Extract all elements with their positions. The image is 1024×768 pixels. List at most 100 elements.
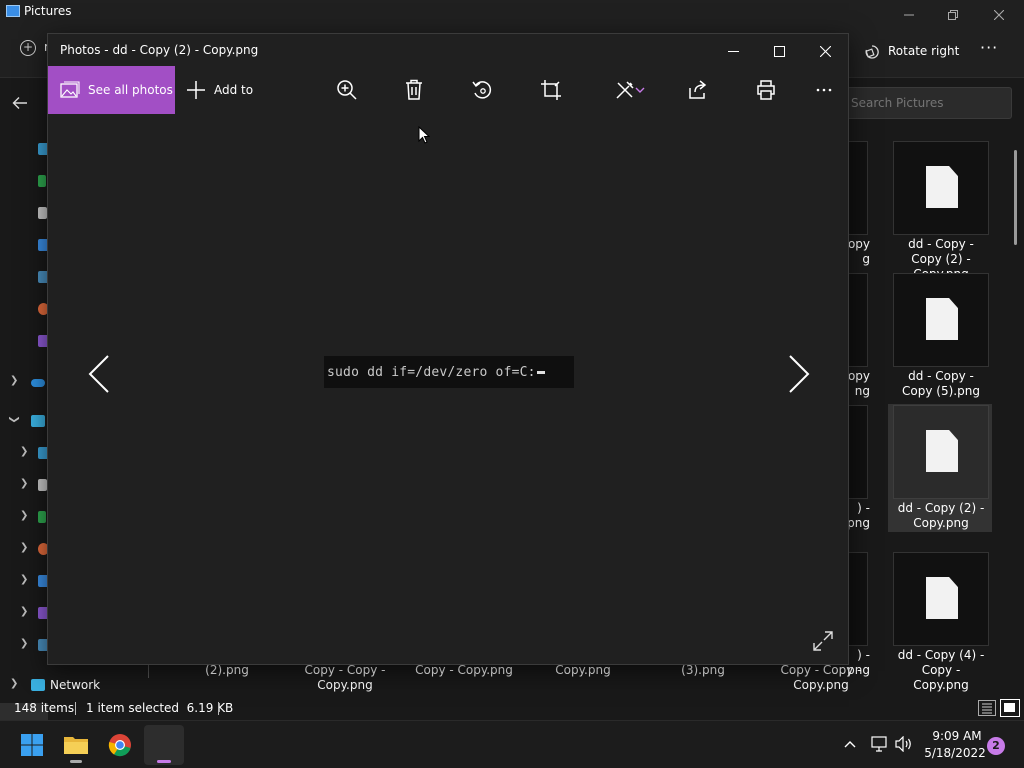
photos-maximize-button[interactable] (756, 38, 802, 64)
nav-item-network[interactable]: ❯ Network (0, 673, 150, 699)
file-name-partial: (3).png (681, 663, 725, 677)
vertical-scrollbar[interactable] (1014, 150, 1017, 245)
terminal-cursor (536, 370, 545, 374)
network-icon (31, 679, 45, 691)
crop-button[interactable] (539, 78, 563, 102)
delete-button[interactable] (402, 78, 426, 102)
explorer-more-button[interactable]: ··· (980, 38, 998, 57)
status-separator (75, 702, 76, 715)
rotate-right-button[interactable]: Rotate right (864, 40, 959, 62)
network-tray-button[interactable] (871, 736, 889, 752)
cloud-icon (31, 379, 45, 387)
see-all-photos-label: See all photos (88, 83, 173, 97)
selection-info: 1 item selected 6.19 KB (86, 701, 234, 715)
photo-viewer-canvas: sudo dd if=/dev/zero of=C: (48, 114, 848, 664)
explorer-restore-button[interactable] (930, 3, 976, 27)
more-options-button[interactable] (812, 78, 836, 102)
file-thumbnail-partial[interactable] (848, 552, 868, 646)
details-view-button[interactable] (978, 700, 996, 716)
more-icon (816, 88, 832, 92)
zoom-in-icon (337, 80, 357, 100)
file-item[interactable]: dd - Copy - Copy (2) - Copy.png (893, 141, 993, 281)
computer-icon (31, 415, 45, 427)
mouse-pointer-icon (418, 125, 431, 144)
volume-tray-button[interactable] (895, 735, 913, 753)
file-item[interactable]: dd - Copy - Copy (5).png (893, 273, 993, 399)
add-to-button[interactable]: Add to (186, 78, 253, 102)
file-icon (926, 577, 958, 619)
file-thumbnail (893, 141, 989, 235)
file-name-partial: (2).png (205, 663, 249, 677)
chevron-down-icon: ❯ (8, 415, 20, 424)
minimize-icon (904, 14, 914, 16)
chevron-right-icon: ❯ (10, 375, 19, 386)
file-icon (926, 166, 958, 208)
file-thumbnail-partial[interactable] (848, 141, 868, 235)
clock-date[interactable]: 5/18/2022 (924, 746, 986, 760)
edit-draw-dropdown[interactable] (610, 78, 650, 102)
crop-icon (541, 80, 561, 100)
document-icon (38, 207, 47, 219)
chevron-right-icon: ❯ (20, 542, 29, 553)
rotate-button[interactable] (470, 78, 494, 102)
photos-close-button[interactable] (802, 38, 848, 64)
chevron-right-icon: ❯ (20, 606, 29, 617)
search-input[interactable] (846, 87, 1012, 119)
explorer-close-button[interactable] (976, 3, 1022, 27)
file-thumbnail-partial[interactable] (848, 405, 868, 499)
start-button[interactable] (12, 725, 52, 765)
share-button[interactable] (686, 78, 710, 102)
previous-photo-button[interactable] (86, 352, 112, 396)
chrome-icon (108, 734, 131, 757)
photos-viewer-window: Photos - dd - Copy (2) - Copy.png See al… (47, 33, 849, 665)
next-photo-button[interactable] (786, 352, 812, 396)
notification-badge[interactable]: 2 (987, 737, 1005, 755)
explorer-minimize-button[interactable] (886, 3, 932, 27)
pane-divider (148, 663, 149, 678)
displayed-photo: sudo dd if=/dev/zero of=C: (324, 356, 574, 388)
taskbar-chrome[interactable] (100, 725, 140, 765)
photo-command-text: sudo dd if=/dev/zero of=C: (327, 364, 536, 380)
photos-minimize-button[interactable] (710, 38, 756, 64)
show-hidden-icons-button[interactable] (844, 737, 856, 751)
running-indicator (70, 760, 82, 763)
chevron-right-icon: ❯ (10, 678, 19, 689)
taskbar-photos[interactable] (144, 725, 184, 765)
minimize-icon (727, 50, 739, 52)
rotate-right-label: Rotate right (888, 44, 960, 58)
share-icon (689, 80, 707, 99)
item-count: 148 items (14, 701, 75, 715)
download-icon (38, 511, 46, 523)
active-indicator (157, 760, 171, 763)
chevron-right-icon: ❯ (20, 510, 29, 521)
photos-toolbar: See all photos Add to (48, 66, 848, 114)
rotate-icon (472, 81, 492, 99)
see-all-photos-button[interactable]: See all photos (48, 66, 175, 114)
file-name-partial: Copy - Copy - Copy.png (780, 663, 862, 692)
print-button[interactable] (754, 78, 778, 102)
file-name: dd - Copy (2) - Copy.png (897, 501, 985, 530)
chevron-right-icon: ❯ (20, 446, 29, 457)
print-icon (757, 80, 775, 100)
clock-time[interactable]: 9:09 AM (928, 729, 986, 743)
file-item-selected[interactable]: dd - Copy (2) - Copy.png (888, 404, 992, 532)
file-thumbnail-partial[interactable] (848, 273, 868, 367)
details-view-icon (982, 703, 992, 714)
file-icon (926, 298, 958, 340)
chevron-up-icon (844, 741, 856, 748)
file-item[interactable]: dd - Copy (4) - Copy - Copy.png (893, 552, 993, 692)
file-name-partial: Copy - Copy - Copy.png (304, 663, 386, 692)
large-icons-view-icon (1004, 703, 1015, 712)
taskbar-file-explorer[interactable] (56, 725, 96, 765)
large-icons-view-button[interactable] (1000, 699, 1020, 717)
back-arrow-icon[interactable] (12, 95, 28, 114)
file-name: dd - Copy (4) - Copy - Copy.png (897, 648, 985, 692)
expand-icon (813, 631, 833, 651)
fullscreen-button[interactable] (812, 630, 836, 654)
taskbar: 9:09 AM 5/18/2022 2 (0, 720, 1024, 768)
status-separator (218, 702, 219, 715)
file-name: dd - Copy - Copy (5).png (902, 369, 980, 398)
zoom-in-button[interactable] (335, 78, 359, 102)
new-item-icon[interactable]: + (20, 40, 36, 56)
edit-icon (616, 81, 634, 99)
